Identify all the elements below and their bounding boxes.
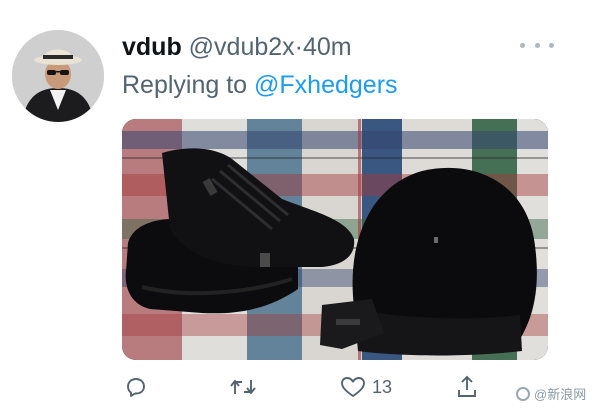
photo xyxy=(122,119,548,360)
header-separator: · xyxy=(294,33,303,61)
profile-photo xyxy=(12,30,104,122)
tweet-media[interactable] xyxy=(122,119,548,360)
tweet[interactable]: vdub @vdub2x·40m Replying to @Fxhedgers xyxy=(0,0,600,417)
retweet-button[interactable] xyxy=(228,370,258,404)
like-count: 13 xyxy=(372,376,393,397)
tweet-header: vdub @vdub2x·40m xyxy=(122,30,352,64)
watermark: @新浪网 xyxy=(516,384,586,403)
action-bar: 13 xyxy=(0,370,600,404)
timestamp[interactable]: 40m xyxy=(303,33,352,61)
avatar[interactable] xyxy=(12,30,104,122)
author-handle[interactable]: @vdub2x xyxy=(189,33,295,61)
more-dot xyxy=(549,42,554,48)
replying-to: Replying to @Fxhedgers xyxy=(122,68,398,102)
watermark-text: @新浪网 xyxy=(534,387,587,402)
like-button[interactable]: 13 xyxy=(340,370,392,404)
author-name[interactable]: vdub xyxy=(122,33,182,61)
more-menu-button[interactable] xyxy=(520,30,554,60)
heart-icon xyxy=(341,377,365,397)
retweet-icon xyxy=(230,379,256,395)
share-button[interactable] xyxy=(455,370,479,404)
weibo-icon xyxy=(516,386,530,401)
replying-mention-link[interactable]: @Fxhedgers xyxy=(254,71,398,99)
more-dot xyxy=(534,42,540,48)
reply-icon xyxy=(127,378,145,397)
reply-button[interactable] xyxy=(124,370,148,404)
replying-prefix: Replying to xyxy=(122,71,248,99)
share-icon xyxy=(458,375,476,397)
more-dots-icon xyxy=(520,42,525,48)
